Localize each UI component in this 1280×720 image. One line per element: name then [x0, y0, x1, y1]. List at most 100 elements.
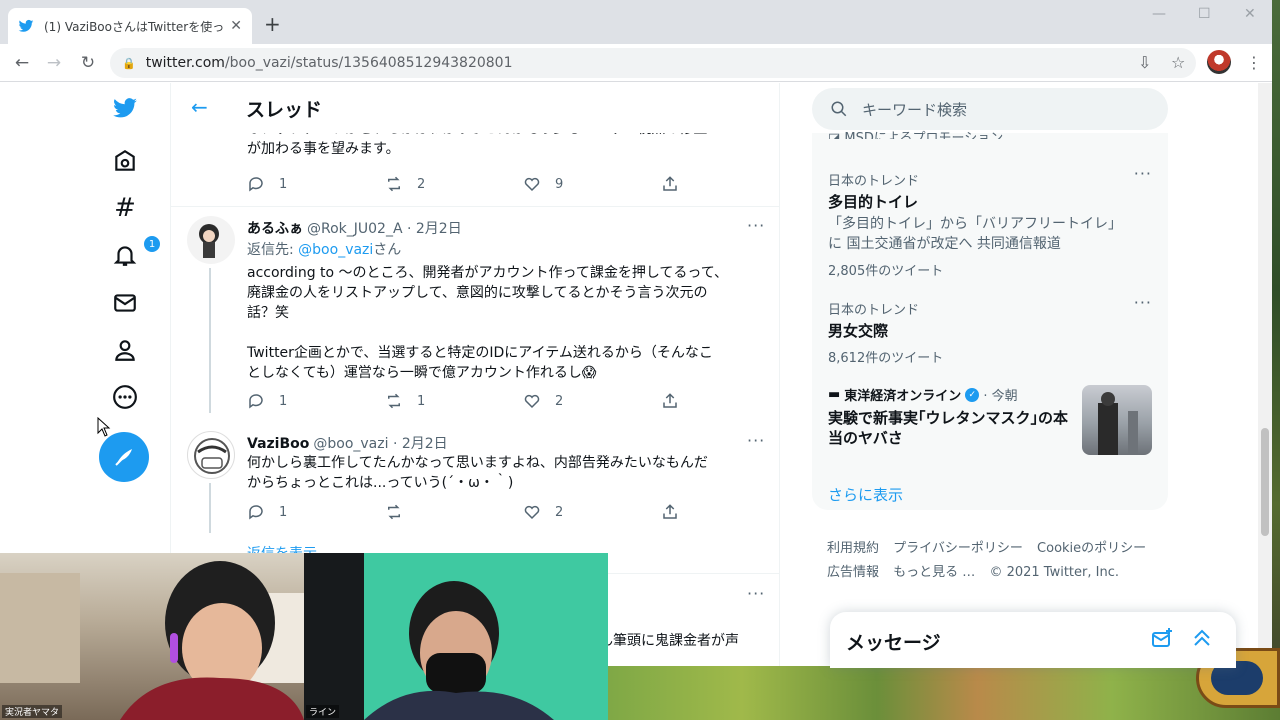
address-bar[interactable]: 🔒 twitter.com/boo_vazi/status/1356408512… [110, 48, 1196, 78]
bookmark-star-icon[interactable]: ☆ [1171, 53, 1185, 72]
user-name[interactable]: あるふぁ [247, 221, 303, 237]
game-scene [608, 666, 1280, 720]
profile-avatar-icon[interactable] [1207, 50, 1231, 74]
trend-item[interactable]: 日本のトレンド 男女交際 8,612件のツイート ··· [828, 293, 1152, 366]
twitter-favicon-icon [18, 19, 34, 32]
tweet-actions: 1 2 [247, 503, 799, 521]
previous-tweet-actions: 1 2 9 [247, 175, 799, 193]
minimize-icon[interactable]: — [1152, 6, 1166, 22]
tweet-more-icon[interactable]: ··· [747, 584, 765, 603]
footer-link[interactable]: プライバシーポリシー [893, 541, 1023, 556]
reload-icon[interactable]: ↻ [76, 51, 100, 75]
reply-icon [249, 177, 263, 192]
retweet-icon [388, 176, 400, 192]
share-icon [663, 393, 677, 408]
user-name[interactable]: VaziBoo [247, 436, 309, 452]
retweet-button[interactable] [385, 503, 523, 521]
home-icon[interactable] [110, 146, 140, 176]
reply-icon [249, 505, 263, 520]
like-button[interactable]: 9 [523, 175, 661, 193]
forward-arrow-icon[interactable]: → [42, 51, 66, 75]
retweet-button[interactable]: 2 [385, 175, 523, 193]
explore-hashtag-icon[interactable]: # [110, 193, 140, 223]
user-handle-date[interactable]: @boo_vazi · 2月2日 [313, 436, 447, 452]
trend-more-icon[interactable]: ··· [1134, 293, 1152, 312]
browser-toolbar: ← → ↻ 🔒 twitter.com/boo_vazi/status/1356… [0, 44, 1280, 82]
footer-link[interactable]: Cookieのポリシー [1037, 541, 1146, 556]
like-button[interactable]: 2 [523, 503, 661, 521]
footer-link[interactable]: 利用規約 [827, 541, 879, 556]
tab-title: (1) VaziBooさんはTwitterを使ってい [44, 19, 224, 34]
tweet-text: 何かしら裏工作してたんかなって思いますよね、内部告発みたいなもんだ からちょっと… [247, 453, 757, 493]
avatar-sketch-face-icon [194, 438, 230, 474]
search-input[interactable]: キーワード検索 [812, 88, 1168, 130]
page-title: スレッド [246, 99, 323, 121]
trend-item[interactable]: 日本のトレンド 多目的トイレ 「多目的トイレ」から「バリアフリートイレ」 に 国… [828, 164, 1152, 279]
mouse-cursor-icon [97, 416, 111, 441]
news-headline: 実験で新事実｢ウレタンマスク｣の本当のヤバさ [828, 409, 1069, 447]
avatar-rok[interactable] [187, 216, 235, 264]
tweet-line: 廃課金の人をリストアップして、意図的に攻撃してるとかそう言う次元の [247, 285, 708, 301]
browser-tab[interactable]: (1) VaziBooさんはTwitterを使ってい ✕ [8, 8, 252, 44]
avatar-vaziboo[interactable] [187, 431, 235, 479]
back-arrow-icon[interactable]: ← [10, 51, 34, 75]
reply-handle-link[interactable]: @boo_vazi [298, 242, 373, 258]
scrollbar-thumb[interactable] [1261, 428, 1269, 536]
trend-count: 2,805件のツイート [828, 264, 944, 279]
profile-person-icon[interactable] [110, 335, 140, 365]
tweet-line: 話？笑 [247, 305, 289, 321]
tweet-line: からちょっとこれは...っていう(´・ω・｀) [247, 475, 514, 491]
reply-button[interactable]: 1 [247, 503, 385, 521]
new-tab-icon[interactable]: + [264, 12, 281, 36]
reply-to: 返信先: @boo_vaziさん [247, 239, 401, 259]
footer-link[interactable]: もっと見る … [893, 565, 975, 580]
expand-chevrons-icon[interactable] [1190, 626, 1214, 654]
back-arrow-icon[interactable]: ← [191, 95, 208, 119]
message-drawer[interactable]: メッセージ [830, 612, 1236, 668]
footer-links: 利用規約 プライバシーポリシー Cookieのポリシー 広告情報 もっと見る …… [827, 537, 1167, 585]
trends-panel: ◪ MSDによるプロモーション 日本のトレンド 多目的トイレ 「多目的トイレ」か… [812, 131, 1168, 510]
tweet-more-icon[interactable]: ··· [747, 216, 765, 235]
maximize-icon[interactable]: ☐ [1198, 6, 1211, 22]
more-menu-icon[interactable] [110, 382, 140, 412]
share-button[interactable] [661, 175, 799, 193]
previous-tweet-text-last: が加わる事を望みます。 [247, 141, 400, 157]
trend-desc-line: 「多目的トイレ」から「バリアフリートイレ」 [828, 216, 1122, 232]
share-button[interactable] [661, 503, 799, 521]
trend-count: 8,612件のツイート [828, 351, 944, 366]
install-app-icon[interactable]: ⇩ [1138, 53, 1151, 72]
tweet-more-icon[interactable]: ··· [747, 431, 765, 450]
retweet-count: 1 [417, 393, 426, 409]
trend-category: 日本のトレンド [828, 174, 920, 189]
news-time: · 今朝 [983, 389, 1018, 404]
reply-button[interactable]: 1 [247, 175, 385, 193]
like-count: 9 [555, 176, 564, 192]
trend-more-icon[interactable]: ··· [1134, 164, 1152, 183]
webcam-feed-left: 実況者ヤマタ [0, 553, 304, 720]
trend-description: 「多目的トイレ」から「バリアフリートイレ」 に 国土交通省が改定へ 共同通信報道 [828, 214, 1152, 254]
reply-prefix: 返信先: [247, 242, 299, 258]
notifications-bell-icon[interactable]: 1 [110, 236, 160, 270]
messages-envelope-icon[interactable] [110, 288, 140, 318]
window-close-icon[interactable]: ✕ [1244, 6, 1256, 22]
share-button[interactable] [661, 392, 799, 410]
new-message-icon[interactable] [1150, 626, 1174, 654]
tweet-text: according to ～のところ、開発者がアカウント作って課金を押してるって… [247, 263, 757, 383]
footer-link[interactable]: 広告情報 [827, 565, 879, 580]
promotion-label: ◪ MSDによるプロモーション [828, 127, 1003, 139]
user-handle-date[interactable]: @Rok_JU02_A · 2月2日 [307, 221, 462, 237]
notification-badge: 1 [144, 236, 160, 252]
like-count: 2 [555, 504, 564, 520]
retweet-button[interactable]: 1 [385, 392, 523, 410]
browser-menu-icon[interactable]: ⋮ [1246, 53, 1262, 72]
news-item[interactable]: ▬ 東洋経済オンライン ✓ · 今朝 実験で新事実｢ウレタンマスク｣の本当のヤバ… [828, 385, 1152, 457]
reply-button[interactable]: 1 [247, 392, 385, 410]
page-scrollbar[interactable] [1258, 83, 1272, 663]
tweet-header: あるふぁ @Rok_JU02_A · 2月2日 [247, 218, 462, 238]
like-button[interactable]: 2 [523, 392, 661, 410]
tab-close-icon[interactable]: ✕ [230, 18, 242, 34]
twitter-logo-icon[interactable] [110, 93, 140, 123]
thread-connector-line [209, 483, 211, 533]
show-more-link[interactable]: さらに表示 [828, 484, 903, 505]
lock-icon: 🔒 [122, 56, 136, 70]
